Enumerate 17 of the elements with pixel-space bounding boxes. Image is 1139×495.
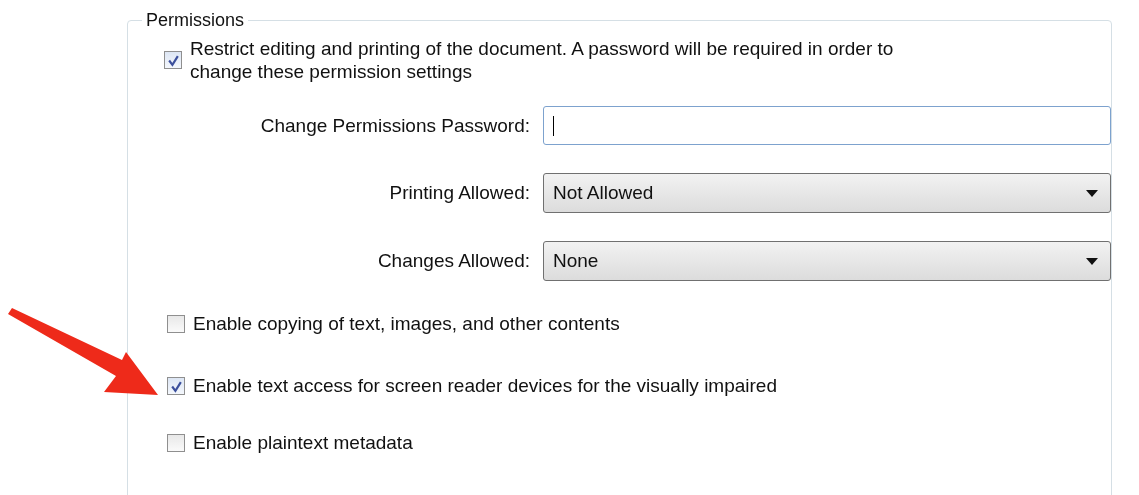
group-title: Permissions: [145, 10, 246, 31]
field-label: Change Permissions Password:: [259, 114, 530, 137]
checkbox-label: Enable plaintext metadata: [193, 432, 413, 454]
checkbox[interactable]: [167, 377, 185, 395]
dropdown[interactable]: Not Allowed: [543, 173, 1111, 213]
checkbox-label: Enable copying of text, images, and other contents: [193, 313, 620, 335]
dropdown[interactable]: None: [543, 241, 1111, 281]
checkbox[interactable]: [167, 434, 185, 452]
field-label: Printing Allowed:: [388, 182, 530, 204]
caret-icon: [1086, 257, 1098, 265]
field-label: Changes Allowed:: [376, 250, 530, 272]
checkbox-label: Enable text access for screen reader devices for the visually impaired: [193, 375, 777, 397]
checkbox[interactable]: [164, 51, 182, 69]
checkbox-label: Restrict editing and printing of the document. A password will be required in order to change these permission settings: [190, 37, 895, 83]
caret-icon: [1086, 189, 1098, 197]
password-field[interactable]: [543, 106, 1111, 145]
checkbox[interactable]: [167, 315, 185, 333]
